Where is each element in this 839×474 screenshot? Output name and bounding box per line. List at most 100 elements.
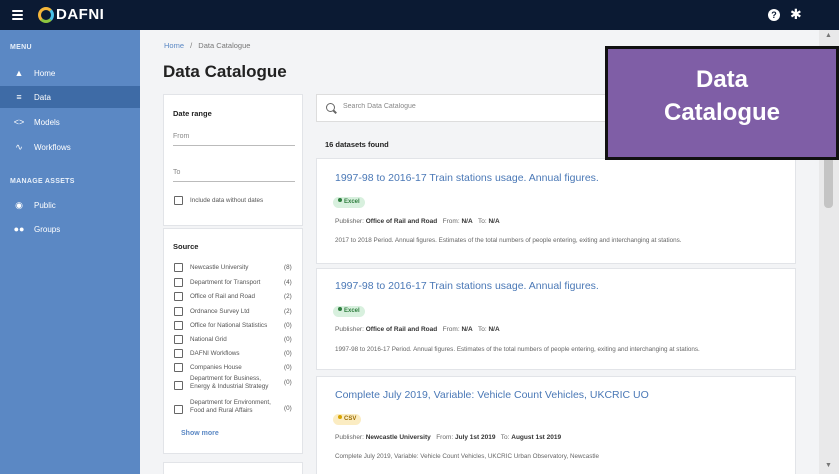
overlay-line-1: Data bbox=[695, 66, 749, 93]
format-badge: CSV bbox=[333, 414, 362, 425]
sidebar-item-label: Public bbox=[34, 200, 56, 210]
groups-icon: ●● bbox=[13, 224, 25, 234]
format-badge: Excel bbox=[333, 197, 365, 208]
home-icon: ▲ bbox=[14, 68, 24, 78]
breadcrumb-current: Data Catalogue bbox=[198, 41, 251, 50]
dataset-meta: Publisher: Office of Rail and Road From:… bbox=[335, 218, 500, 225]
top-app-bar: DAFNI ? ✱ bbox=[0, 0, 839, 30]
sidebar-item-label: Data bbox=[34, 92, 51, 102]
search-input[interactable] bbox=[343, 103, 643, 110]
include-without-dates-checkbox[interactable] bbox=[174, 196, 183, 205]
dataset-card[interactable]: 1997-98 to 2016-17 Train stations usage.… bbox=[316, 158, 796, 264]
sidebar-item-groups[interactable]: ●● Groups bbox=[0, 218, 140, 240]
logo-ring-icon bbox=[38, 6, 54, 23]
sidebar-item-data[interactable]: ≡ Data bbox=[0, 86, 140, 108]
from-meta-value: N/A bbox=[461, 218, 473, 225]
sidebar-item-models[interactable]: <> Models bbox=[0, 111, 140, 133]
settings-gear-icon[interactable]: ✱ bbox=[790, 6, 802, 22]
sidebar-item-home[interactable]: ▲ Home bbox=[0, 62, 140, 84]
from-date-field[interactable] bbox=[173, 145, 295, 146]
source-count: (8) bbox=[284, 264, 292, 271]
to-meta-label: To: bbox=[500, 434, 510, 441]
to-label: To bbox=[173, 169, 181, 176]
search-icon bbox=[326, 103, 335, 112]
source-name: Department for Transport bbox=[190, 279, 261, 286]
results-count: 16 datasets found bbox=[325, 140, 389, 149]
source-checkbox[interactable] bbox=[174, 292, 183, 301]
data-catalogue-overlay-label: Data Catalogue bbox=[605, 46, 839, 160]
format-label: CSV bbox=[344, 416, 357, 422]
publisher-label: Publisher: bbox=[335, 218, 364, 225]
sidebar-menu-header: MENU bbox=[10, 44, 32, 51]
publisher-label: Publisher: bbox=[335, 434, 364, 441]
source-name: National Grid bbox=[190, 336, 227, 343]
code-icon: <> bbox=[13, 117, 25, 127]
sidebar-item-label: Models bbox=[34, 117, 60, 127]
source-checkbox[interactable] bbox=[174, 381, 183, 390]
logo-text: DAFNI bbox=[56, 6, 105, 23]
dataset-meta: Publisher: Office of Rail and Road From:… bbox=[335, 326, 500, 333]
format-label: Excel bbox=[344, 308, 360, 314]
sidebar-item-public[interactable]: ◉ Public bbox=[0, 194, 140, 216]
scroll-down-arrow-icon[interactable]: ▼ bbox=[825, 462, 832, 469]
source-checkbox[interactable] bbox=[174, 363, 183, 372]
source-name: Department for Business, Energy & Indust… bbox=[190, 375, 269, 390]
source-checkbox[interactable] bbox=[174, 307, 183, 316]
source-count: (2) bbox=[284, 308, 292, 315]
workflow-icon: ∿ bbox=[15, 141, 23, 152]
dataset-description: 1997-98 to 2016-17 Period. Annual figure… bbox=[335, 346, 700, 353]
scroll-up-arrow-icon[interactable]: ▲ bbox=[825, 32, 832, 39]
format-dot-icon bbox=[338, 415, 342, 419]
sidebar-item-label: Groups bbox=[34, 224, 61, 234]
dataset-title-link[interactable]: 1997-98 to 2016-17 Train stations usage.… bbox=[335, 172, 599, 184]
dataset-title-link[interactable]: Complete July 2019, Variable: Vehicle Co… bbox=[335, 389, 649, 401]
breadcrumb: Home / Data Catalogue bbox=[164, 41, 250, 50]
from-meta-label: From: bbox=[442, 218, 460, 225]
dafni-logo[interactable]: DAFNI bbox=[38, 6, 104, 23]
dataset-card[interactable]: Complete July 2019, Variable: Vehicle Co… bbox=[316, 376, 796, 474]
sidebar: MENU ▲ Home ≡ Data <> Models ∿ Workflows… bbox=[0, 30, 140, 474]
source-count: (0) bbox=[284, 322, 292, 329]
from-meta-label: From: bbox=[436, 434, 454, 441]
source-checkbox[interactable] bbox=[174, 335, 183, 344]
dataset-title-link[interactable]: 1997-98 to 2016-17 Train stations usage.… bbox=[335, 280, 599, 292]
to-date-field[interactable] bbox=[173, 181, 295, 182]
dataset-card[interactable]: 1997-98 to 2016-17 Train stations usage.… bbox=[316, 268, 796, 370]
source-name: Department for Environment, Food and Rur… bbox=[190, 399, 271, 414]
source-count: (0) bbox=[284, 336, 292, 343]
format-dot-icon bbox=[338, 307, 342, 311]
sidebar-item-label: Workflows bbox=[34, 142, 71, 152]
sidebar-item-workflows[interactable]: ∿ Workflows bbox=[0, 136, 140, 158]
format-label: Excel bbox=[344, 199, 360, 205]
format-dot-icon bbox=[338, 198, 342, 202]
from-meta-value: July 1st 2019 bbox=[454, 434, 496, 441]
publisher-value: Office of Rail and Road bbox=[365, 326, 438, 333]
show-more-link[interactable]: Show more bbox=[181, 430, 219, 437]
to-meta-label: To: bbox=[477, 218, 487, 225]
source-checkbox[interactable] bbox=[174, 405, 183, 414]
dataset-description: 2017 to 2018 Period. Annual figures. Est… bbox=[335, 237, 682, 244]
date-range-panel: Date range From To Include data without … bbox=[163, 94, 303, 226]
source-checkbox[interactable] bbox=[174, 321, 183, 330]
breadcrumb-home-link[interactable]: Home bbox=[164, 41, 184, 50]
source-name: Office of Rail and Road bbox=[190, 293, 255, 300]
source-checkbox[interactable] bbox=[174, 349, 183, 358]
help-icon[interactable]: ? bbox=[768, 9, 780, 21]
to-meta-value: August 1st 2019 bbox=[511, 434, 562, 441]
to-meta-value: N/A bbox=[488, 326, 500, 333]
page-title: Data Catalogue bbox=[163, 62, 287, 81]
source-name: Companies House bbox=[190, 364, 242, 371]
source-checkbox[interactable] bbox=[174, 263, 183, 272]
hamburger-menu-icon[interactable] bbox=[12, 10, 23, 20]
source-count: (2) bbox=[284, 293, 292, 300]
publisher-value: Newcastle University bbox=[365, 434, 431, 441]
eye-icon: ◉ bbox=[15, 199, 23, 210]
source-count: (4) bbox=[284, 279, 292, 286]
from-label: From bbox=[173, 133, 190, 140]
source-label: Source bbox=[173, 242, 199, 251]
publisher-value: Office of Rail and Road bbox=[365, 218, 438, 225]
source-count: (0) bbox=[284, 405, 292, 412]
date-range-label: Date range bbox=[173, 109, 212, 118]
source-checkbox[interactable] bbox=[174, 278, 183, 287]
dataset-meta: Publisher: Newcastle University From: Ju… bbox=[335, 434, 561, 441]
